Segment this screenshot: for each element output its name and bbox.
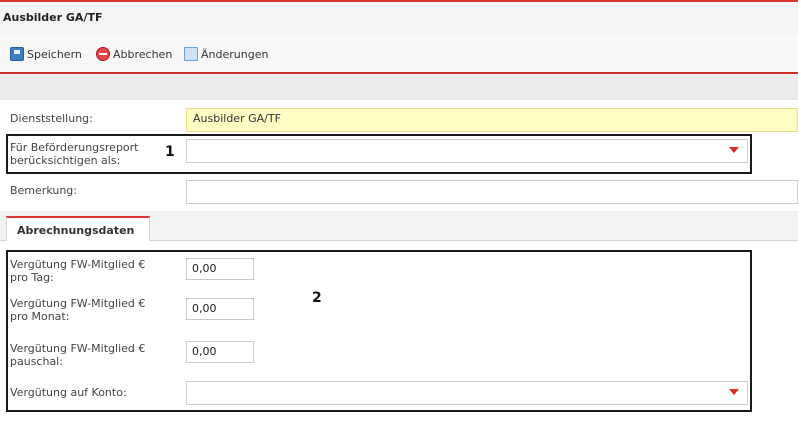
pro-tag-label-line1: Vergütung FW-Mitglied € (10, 258, 146, 271)
section-spacer (0, 74, 798, 100)
cancel-button-label: Abbrechen (113, 47, 173, 61)
window-title: Ausbilder GA/TF (3, 11, 103, 24)
annotation-marker-2: 2 (312, 290, 322, 306)
pro-tag-label-line2: pro Tag: (10, 271, 54, 284)
befoerderung-select[interactable] (186, 139, 748, 163)
pauschal-label-line2: pauschal: (10, 355, 63, 368)
tab-abrechnungsdaten[interactable]: Abrechnungsdaten (6, 216, 150, 241)
cancel-button[interactable]: Abbrechen (96, 46, 172, 62)
dienststellung-value: Ausbilder GA/TF (193, 112, 281, 125)
pro-tag-input[interactable]: 0,00 (186, 258, 254, 280)
pro-monat-label-line2: pro Monat: (10, 310, 70, 323)
dienststellung-label: Dienststellung: (10, 112, 93, 125)
befoerderung-label-line2: berücksichtigen als: (10, 154, 121, 167)
changes-button-label: Änderungen (201, 47, 269, 61)
befoerderung-label: Für Beförderungsreport berücksichtigen a… (10, 141, 139, 167)
chevron-down-icon[interactable] (729, 389, 739, 395)
pro-monat-input[interactable]: 0,00 (186, 298, 254, 320)
bemerkung-field[interactable] (186, 180, 798, 204)
annotation-marker-1: 1 (165, 144, 175, 160)
pro-monat-label: Vergütung FW-Mitglied € pro Monat: (10, 297, 145, 323)
befoerderung-label-line1: Für Beförderungsreport (10, 141, 139, 154)
pauschal-label: Vergütung FW-Mitglied € pauschal: (10, 342, 145, 368)
toolbar: Speichern Abbrechen Änderungen (0, 34, 798, 74)
window-titlebar: Ausbilder GA/TF (0, 0, 798, 34)
konto-select[interactable] (186, 381, 748, 405)
pro-monat-label-line1: Vergütung FW-Mitglied € (10, 297, 146, 310)
pro-tag-label: Vergütung FW-Mitglied € pro Tag: (10, 258, 145, 284)
changes-icon (184, 47, 198, 61)
save-icon (10, 47, 24, 61)
pauschal-input[interactable]: 0,00 (186, 341, 254, 363)
changes-button[interactable]: Änderungen (184, 46, 268, 62)
save-button-label: Speichern (27, 47, 82, 61)
cancel-icon (96, 47, 110, 61)
save-button[interactable]: Speichern (10, 46, 82, 62)
pauschal-label-line1: Vergütung FW-Mitglied € (10, 342, 146, 355)
konto-label: Vergütung auf Konto: (10, 386, 127, 399)
dienststellung-field[interactable]: Ausbilder GA/TF (186, 108, 798, 132)
bemerkung-label: Bemerkung: (10, 184, 77, 197)
chevron-down-icon[interactable] (729, 147, 739, 153)
